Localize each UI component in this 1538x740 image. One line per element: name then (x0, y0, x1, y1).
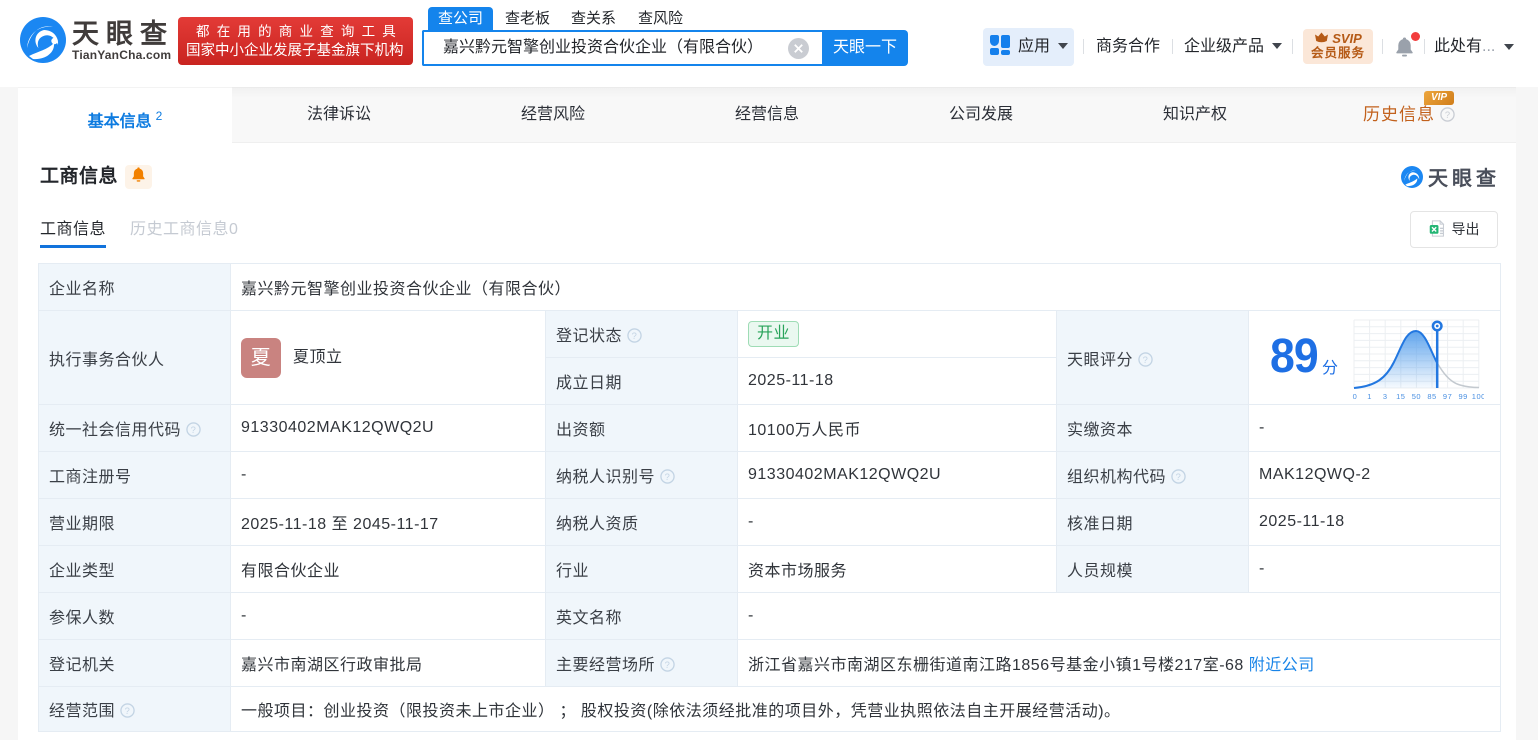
svg-text:97: 97 (1443, 392, 1452, 401)
svg-text:0: 0 (1353, 392, 1358, 401)
svg-text:?: ? (1143, 354, 1149, 364)
svg-text:?: ? (125, 706, 131, 716)
svg-text:50: 50 (1412, 392, 1421, 401)
svg-text:?: ? (665, 472, 671, 482)
svg-text:3: 3 (1383, 392, 1388, 401)
svg-text:100: 100 (1472, 392, 1484, 401)
svg-text:15: 15 (1396, 392, 1405, 401)
svg-text:?: ? (1445, 110, 1450, 120)
svg-text:1: 1 (1367, 392, 1372, 401)
svg-text:99: 99 (1459, 392, 1468, 401)
svg-text:?: ? (665, 660, 671, 670)
svg-text:?: ? (191, 425, 197, 435)
svg-text:?: ? (632, 331, 638, 341)
svg-text:?: ? (1176, 472, 1182, 482)
svg-text:85: 85 (1427, 392, 1436, 401)
